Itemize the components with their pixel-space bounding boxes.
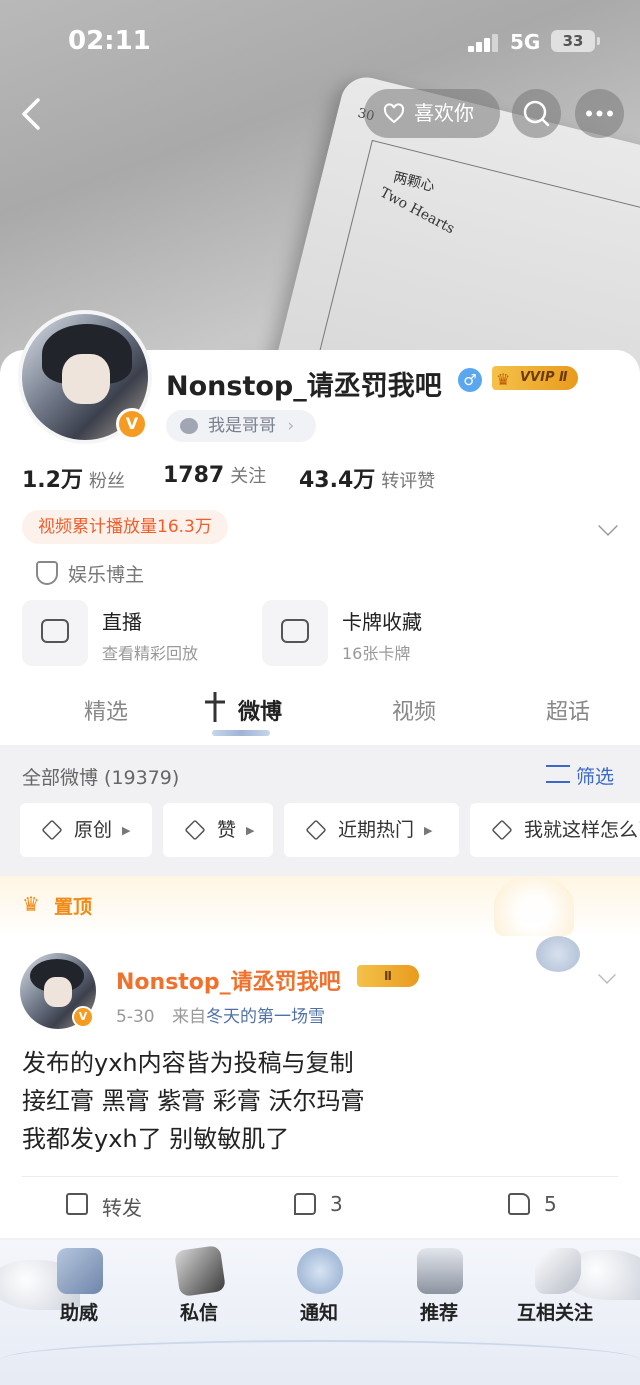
profile-tabs: 精选 微博 视频 超话 bbox=[0, 680, 640, 742]
search-button[interactable] bbox=[512, 89, 561, 138]
live-title: 直播 bbox=[102, 610, 142, 634]
pinned-post[interactable]: ♛ 置顶 V Nonstop_请丞罚我吧 Ⅱ 5-30 来自冬天的第一场雪 发布… bbox=[0, 876, 640, 1238]
more-button[interactable] bbox=[575, 89, 624, 138]
vvip-badge[interactable]: ♛ VVIP Ⅱ bbox=[492, 366, 578, 390]
decorative-crown bbox=[494, 876, 574, 936]
like-you-label: 喜欢你 bbox=[414, 101, 474, 125]
post-source[interactable]: 冬天的第一场雪 bbox=[206, 1007, 325, 1027]
signal-icon bbox=[468, 34, 502, 52]
pinned-bar: ♛ 置顶 bbox=[0, 876, 640, 936]
chip-original[interactable]: 原创 ▶ bbox=[20, 803, 152, 857]
nav-messages[interactable]: 私信 bbox=[180, 1298, 218, 1325]
post-date: 5-30 bbox=[116, 1007, 155, 1027]
post-line: 接红膏 黑膏 紫膏 彩膏 沃尔玛膏 bbox=[22, 1087, 365, 1115]
post-body: 发布的yxh内容皆为投稿与复制 接红膏 黑膏 紫膏 彩膏 沃尔玛膏 我都发yxh… bbox=[22, 1044, 365, 1158]
post-vip-badge: Ⅱ bbox=[357, 965, 419, 987]
filter-icon bbox=[546, 765, 570, 783]
card-star-icon bbox=[262, 600, 328, 666]
post-verified-badge: V bbox=[72, 1006, 94, 1028]
like-you-button[interactable]: 喜欢你 bbox=[364, 89, 500, 138]
thumbs-up-icon bbox=[184, 819, 206, 841]
back-button[interactable] bbox=[18, 96, 54, 132]
stack-icon bbox=[417, 1248, 463, 1294]
shield-icon bbox=[36, 561, 58, 585]
layers-icon bbox=[491, 819, 513, 841]
chevron-left-icon bbox=[22, 98, 40, 130]
filter-button[interactable]: 筛选 bbox=[546, 762, 614, 789]
crown-icon: ♛ bbox=[496, 370, 511, 389]
search-icon bbox=[523, 100, 550, 127]
banner-card-frame bbox=[316, 139, 640, 380]
tab-featured[interactable]: 精选 bbox=[84, 694, 128, 726]
bird-icon bbox=[535, 1248, 581, 1294]
tv-icon bbox=[22, 600, 88, 666]
nav-mutual-follow[interactable]: 互相关注 bbox=[517, 1298, 593, 1325]
card-collection-title: 卡牌收藏 bbox=[342, 610, 422, 634]
crown-icon: ♛ bbox=[22, 892, 40, 916]
tab-weibo[interactable]: 微博 bbox=[238, 694, 282, 726]
network-label: 5G bbox=[510, 30, 541, 54]
play-count-badge[interactable]: 视频累计播放量16.3万 bbox=[22, 510, 228, 544]
more-dots-icon bbox=[586, 110, 613, 117]
pinned-label: ♛ 置顶 bbox=[22, 892, 93, 918]
male-icon: ♂ bbox=[458, 368, 482, 392]
chat-bubble-icon bbox=[180, 418, 198, 434]
card-collection-subtitle: 16张卡牌 bbox=[342, 644, 411, 663]
decorative-flower bbox=[536, 936, 580, 972]
repost-icon bbox=[66, 1193, 88, 1215]
post-line: 我都发yxh了 别敏敏肌了 bbox=[22, 1125, 290, 1153]
stat-interactions[interactable]: 43.4万 转评赞 bbox=[299, 462, 435, 494]
nav-recommend[interactable]: 推荐 bbox=[420, 1298, 458, 1325]
chip-recent-hot[interactable]: 近期热门 ▶ bbox=[284, 803, 459, 857]
thumbs-up-icon bbox=[508, 1193, 530, 1215]
post-count: 全部微博 (19379) bbox=[22, 767, 180, 789]
cross-icon bbox=[57, 1248, 103, 1294]
tagline-text: 我是哥哥 bbox=[208, 416, 276, 436]
like-button[interactable]: 5 bbox=[508, 1192, 557, 1216]
cross-icon bbox=[205, 692, 225, 722]
category-label: 娱乐博主 bbox=[36, 560, 144, 587]
stat-following[interactable]: 1787 关注 bbox=[163, 462, 266, 488]
feed-filter-bar: 全部微博 (19379) 筛选 原创▶ 赞▶ 近期热门▶ 我就这样怎么了 bbox=[0, 745, 640, 875]
profile-name: Nonstop_请丞罚我吧 bbox=[166, 371, 442, 402]
comment-icon bbox=[294, 1193, 316, 1215]
verified-badge: V bbox=[116, 408, 148, 440]
post-author-name[interactable]: Nonstop_请丞罚我吧 bbox=[116, 964, 341, 996]
post-menu-chevron-icon[interactable] bbox=[598, 966, 616, 984]
stat-followers[interactable]: 1.2万 粉丝 bbox=[22, 462, 125, 494]
hand-heart-icon bbox=[383, 103, 405, 124]
post-meta: 5-30 来自冬天的第一场雪 bbox=[116, 1002, 325, 1027]
tab-active-underline bbox=[212, 730, 270, 736]
tab-supertopic[interactable]: 超话 bbox=[546, 694, 590, 726]
status-time: 02:11 bbox=[68, 26, 151, 56]
live-subtitle: 查看精彩回放 bbox=[102, 644, 199, 663]
rose-icon bbox=[297, 1248, 343, 1294]
tab-video[interactable]: 视频 bbox=[392, 694, 436, 726]
decorative-ribbon bbox=[0, 1340, 640, 1380]
nav-notifications[interactable]: 通知 bbox=[300, 1298, 338, 1325]
bottom-nav: 助威 私信 通知 推荐 互相关注 bbox=[0, 1240, 640, 1385]
chip-liked[interactable]: 赞 ▶ bbox=[163, 803, 273, 857]
chip-custom[interactable]: 我就这样怎么了 bbox=[470, 803, 640, 857]
repost-button[interactable]: 转发 bbox=[66, 1192, 142, 1221]
post-line: 发布的yxh内容皆为投稿与复制 bbox=[22, 1049, 354, 1077]
battery-icon: 33 bbox=[551, 30, 600, 52]
status-bar: 02:11 5G 33 bbox=[0, 26, 640, 62]
card-icon bbox=[174, 1245, 226, 1297]
nav-cheer[interactable]: 助威 bbox=[60, 1298, 98, 1325]
comment-button[interactable]: 3 bbox=[294, 1192, 343, 1216]
layers-icon bbox=[305, 819, 327, 841]
tagline-chip[interactable]: 我是哥哥 › bbox=[166, 410, 316, 442]
chevron-right-icon: › bbox=[287, 416, 295, 436]
divider bbox=[22, 1176, 618, 1177]
layers-icon bbox=[41, 819, 63, 841]
post-source-prefix: 来自 bbox=[172, 1007, 206, 1027]
vvip-label: VVIP Ⅱ bbox=[520, 370, 568, 385]
